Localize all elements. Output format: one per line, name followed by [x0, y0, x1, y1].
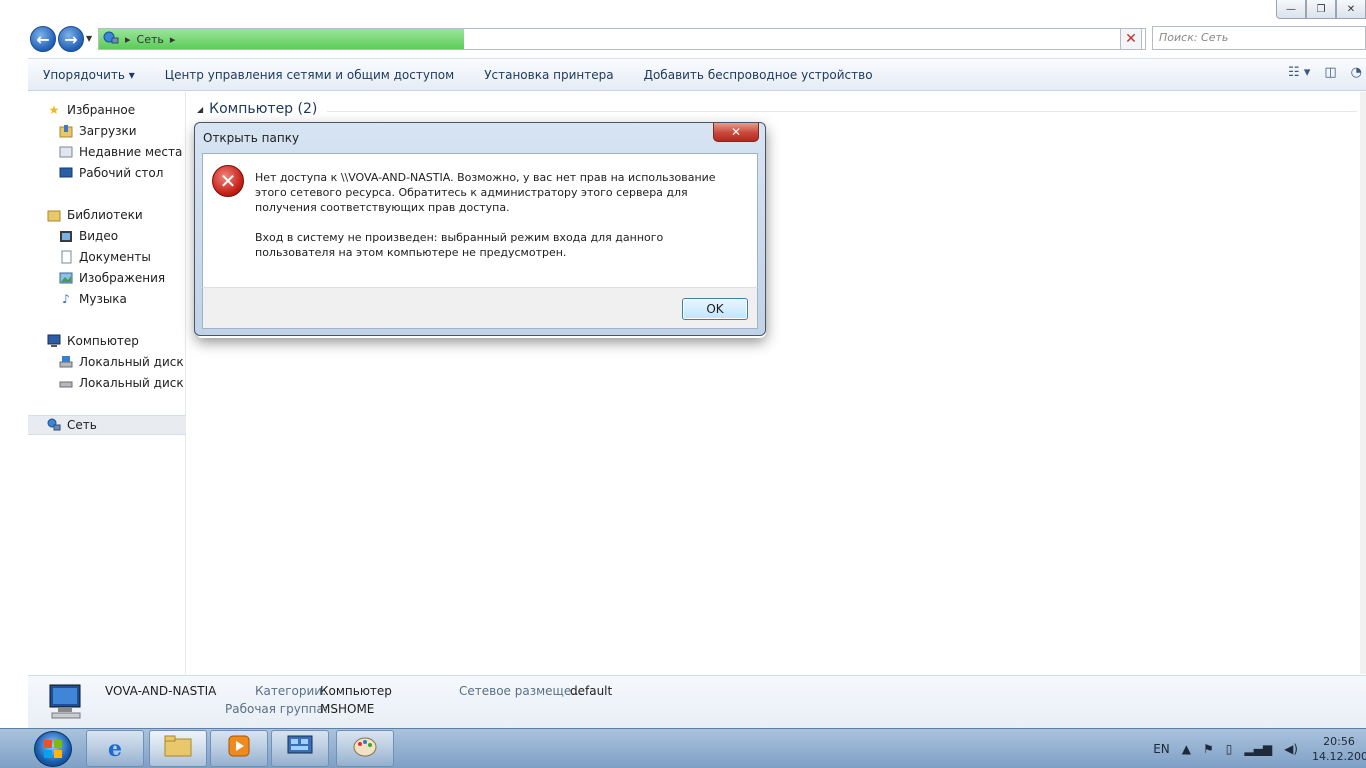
documents-icon [58, 249, 74, 265]
windows-logo-icon [44, 740, 62, 758]
media-player-icon [227, 734, 251, 763]
dialog-footer: OK [202, 287, 758, 329]
forward-button[interactable]: → [58, 26, 84, 52]
error-dialog: Открыть папку ✕ ✕ Нет доступа к \\VOVA-A… [194, 122, 766, 336]
sidebar-item-libraries[interactable]: Библиотеки [46, 205, 204, 225]
libraries-icon [46, 207, 62, 223]
explorer-window: — ❐ ✕ ← → ▼ ▸ Сеть ▸ ▼ ✕ Поиск: Сеть Упо… [0, 0, 1366, 728]
network-icon [46, 417, 62, 433]
content-scrollbar[interactable] [1360, 92, 1366, 674]
stop-loading-button[interactable]: ✕ [1120, 28, 1142, 50]
command-bar: Упорядочить ▾ Центр управления сетями и … [28, 58, 1366, 91]
computer-icon [46, 682, 86, 722]
preview-pane-icon[interactable]: ◫ [1324, 65, 1336, 80]
error-icon: ✕ [212, 165, 244, 197]
dialog-body: ✕ Нет доступа к \\VOVA-AND-NASTIA. Возмо… [202, 153, 758, 287]
network-center-icon [287, 735, 313, 762]
taskbar-internet-explorer[interactable]: e [86, 730, 144, 767]
search-input[interactable]: Поиск: Сеть [1152, 26, 1366, 50]
details-name: VOVA-AND-NASTIA [105, 684, 217, 698]
add-printer-button[interactable]: Установка принтера [469, 68, 628, 82]
language-indicator[interactable]: EN [1153, 742, 1170, 756]
address-segment-network[interactable]: Сеть [137, 33, 164, 46]
internet-explorer-icon: e [108, 735, 122, 762]
network-center-button[interactable]: Центр управления сетями и общим доступом [150, 68, 469, 82]
dialog-message-primary: Нет доступа к \\VOVA-AND-NASTIA. Возможн… [255, 171, 716, 214]
recent-places-icon [58, 144, 74, 160]
details-category-label: Категории: [255, 684, 327, 698]
breadcrumb-chevron-icon[interactable]: ▸ [125, 33, 131, 46]
taskbar-network-center[interactable] [271, 730, 329, 767]
ok-button[interactable]: OK [682, 298, 748, 320]
taskbar: e EN ▲ ⚑ ▯ ▂▄▆ ◀) 20:56 14.12.2009 [0, 728, 1366, 768]
clock-date: 14.12.2009 [1312, 750, 1366, 763]
details-pane: VOVA-AND-NASTIA Категории: Компьютер Раб… [28, 675, 1366, 728]
downloads-folder-icon [58, 123, 74, 139]
recent-pages-dropdown-icon[interactable]: ▼ [86, 34, 92, 43]
action-center-flag-icon[interactable]: ⚑ [1203, 742, 1214, 756]
taskbar-explorer[interactable] [149, 730, 207, 767]
sidebar-item-network[interactable]: Сеть [28, 415, 186, 435]
sidebar-item-computer[interactable]: Компьютер [46, 331, 204, 351]
paint-icon [352, 734, 378, 763]
window-controls: — ❐ ✕ [1276, 0, 1366, 20]
volume-icon[interactable]: ◀) [1284, 742, 1298, 756]
start-button[interactable] [34, 731, 72, 767]
organize-button[interactable]: Упорядочить ▾ [28, 68, 150, 82]
close-window-button[interactable]: ✕ [1336, 0, 1366, 19]
system-tray: EN ▲ ⚑ ▯ ▂▄▆ ◀) 20:56 14.12.2009 [1147, 729, 1366, 768]
restore-button[interactable]: ❐ [1306, 0, 1336, 19]
collapse-triangle-icon[interactable]: ◢ [197, 105, 203, 114]
details-location-value: default [570, 684, 613, 698]
taskbar-media-player[interactable] [210, 730, 268, 767]
back-button[interactable]: ← [30, 26, 56, 52]
clock-time: 20:56 [1323, 735, 1355, 748]
details-workgroup-label: Рабочая группа: [225, 702, 328, 716]
dialog-title: Открыть папку [203, 131, 300, 145]
breadcrumb-chevron-icon[interactable]: ▸ [170, 33, 176, 46]
navigation-pane: ★ Избранное Загрузки Недавние места Рабо… [28, 92, 201, 674]
folder-icon [164, 735, 192, 762]
disk-icon [58, 375, 74, 391]
desktop-icon [58, 165, 74, 181]
show-hidden-icons-icon[interactable]: ▲ [1182, 742, 1191, 756]
network-icon [103, 31, 119, 48]
taskbar-paint[interactable] [336, 730, 394, 767]
group-divider [327, 111, 1357, 112]
computer-icon [46, 333, 62, 349]
view-options-icon[interactable]: ☷ ▾ [1288, 65, 1310, 80]
images-icon [58, 270, 74, 286]
add-wireless-device-button[interactable]: Добавить беспроводное устройство [629, 68, 888, 82]
minimize-button[interactable]: — [1276, 0, 1306, 19]
details-location-label: Сетевое размеще... [459, 684, 583, 698]
clock[interactable]: 20:56 14.12.2009 [1312, 734, 1366, 764]
music-icon: ♪ [62, 292, 70, 306]
dialog-message-secondary: Вход в систему не произведен: выбранный … [255, 231, 664, 259]
dialog-close-button[interactable]: ✕ [713, 123, 759, 142]
system-disk-icon [58, 354, 74, 370]
video-icon [58, 228, 74, 244]
sidebar-item-favorites[interactable]: ★ Избранное [46, 100, 204, 120]
details-category-value: Компьютер [320, 684, 392, 698]
group-header-computer[interactable]: ◢ Компьютер (2) [197, 101, 317, 117]
signal-icon[interactable]: ▂▄▆ [1244, 742, 1272, 756]
battery-icon[interactable]: ▯ [1226, 742, 1233, 756]
details-workgroup-value: MSHOME [320, 702, 375, 716]
address-bar[interactable]: ▸ Сеть ▸ ▼ [98, 28, 1146, 50]
star-icon: ★ [48, 103, 60, 117]
navigation-bar: ← → ▼ ▸ Сеть ▸ ▼ ✕ Поиск: Сеть [28, 24, 1366, 54]
help-icon[interactable]: ◔ [1351, 65, 1362, 80]
